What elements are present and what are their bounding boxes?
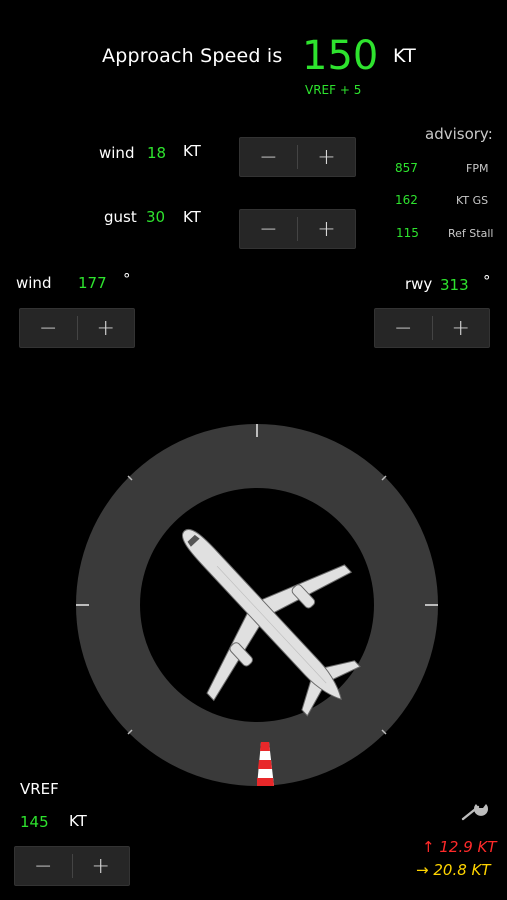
headwind-component: ↑ 12.9 KT — [422, 838, 497, 856]
vref-increment-button[interactable]: + — [73, 847, 130, 885]
vref-label: VREF — [20, 780, 59, 798]
wrench-icon[interactable] — [458, 798, 492, 824]
crosswind-component: → 20.8 KT — [416, 861, 491, 879]
up-arrow-icon: ↑ — [422, 838, 435, 856]
headwind-value: 12.9 KT — [439, 838, 497, 856]
crosswind-value: 20.8 KT — [433, 861, 491, 879]
vref-stepper[interactable]: − + — [14, 846, 130, 886]
right-arrow-icon: → — [416, 861, 429, 879]
vref-value: 145 — [20, 813, 49, 831]
wind-compass-dial[interactable] — [0, 0, 507, 900]
vref-decrement-button[interactable]: − — [15, 847, 72, 885]
vref-unit: KT — [69, 812, 87, 830]
